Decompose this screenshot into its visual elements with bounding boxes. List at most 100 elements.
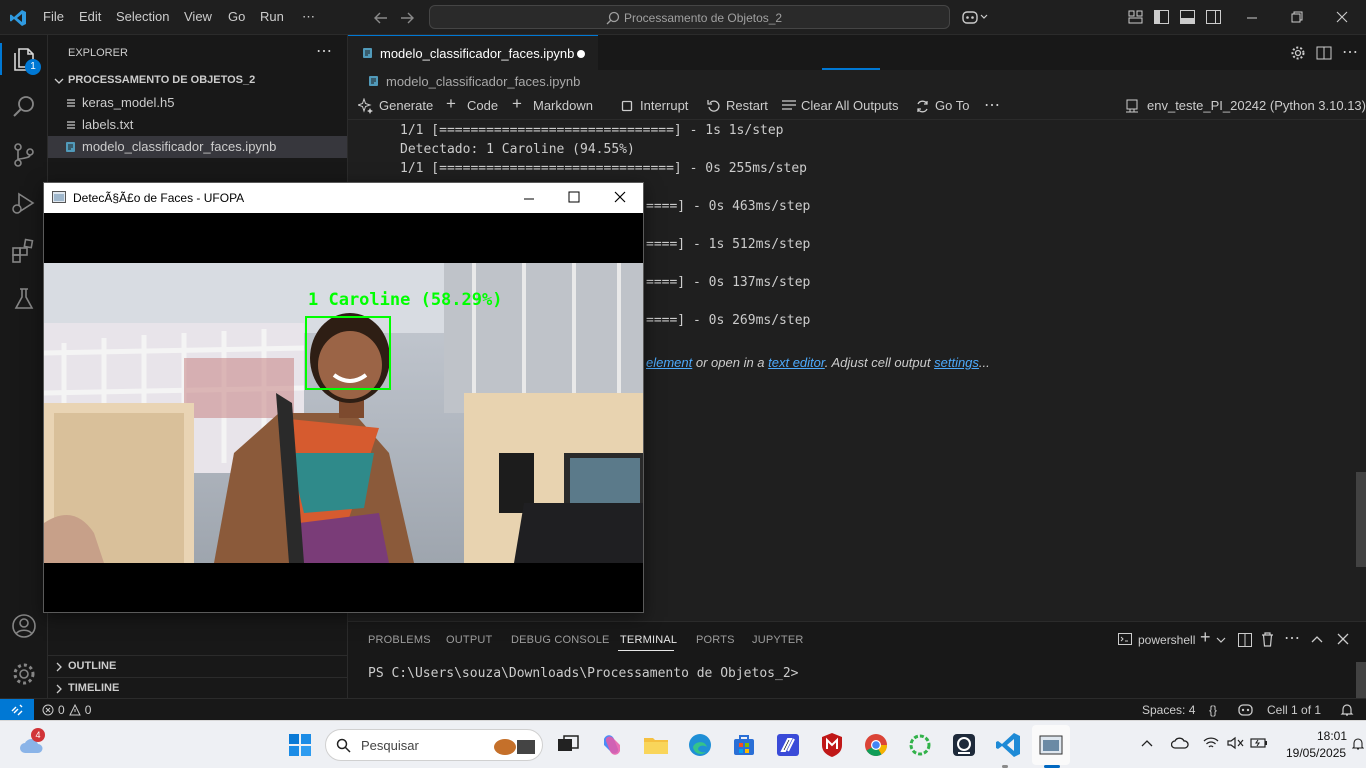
- split-editor-icon[interactable]: [1316, 45, 1332, 61]
- file-labels-txt[interactable]: labels.txt: [48, 114, 347, 136]
- toggle-panel-icon[interactable]: [1180, 10, 1195, 24]
- clock-time[interactable]: 18:01: [1317, 729, 1347, 743]
- chrome-icon[interactable]: [862, 731, 890, 759]
- add-code-button[interactable]: Code: [467, 98, 498, 113]
- go-to-button[interactable]: Go To: [935, 98, 969, 113]
- run-debug-icon[interactable]: [10, 189, 38, 217]
- close-panel-icon[interactable]: [1337, 633, 1349, 645]
- toggle-secondary-sidebar-icon[interactable]: [1206, 10, 1221, 24]
- split-terminal-icon[interactable]: [1238, 633, 1252, 647]
- explorer-more-actions[interactable]: ⋯: [316, 41, 332, 61]
- toolbar-more-actions[interactable]: ⋯: [984, 95, 1000, 115]
- menu-file[interactable]: File: [43, 9, 64, 24]
- text-editor-link[interactable]: text editor: [768, 355, 825, 370]
- timeline-section[interactable]: TIMELINE: [48, 677, 347, 699]
- chevron-down-icon[interactable]: [1216, 635, 1226, 645]
- app-camera-icon[interactable]: [950, 731, 978, 759]
- file-keras-model[interactable]: keras_model.h5: [48, 92, 347, 114]
- problems-status[interactable]: 0 0: [42, 702, 91, 718]
- extensions-icon[interactable]: [10, 237, 38, 265]
- maximize-panel-chevron-up-icon[interactable]: [1311, 634, 1323, 644]
- restore-icon[interactable]: [1291, 11, 1303, 23]
- vscode-taskbar-icon[interactable]: [994, 731, 1022, 759]
- edge-browser-icon[interactable]: [686, 731, 714, 759]
- kernel-selector[interactable]: env_teste_PI_20242 (Python 3.10.13): [1147, 98, 1366, 113]
- copilot-app-icon[interactable]: [598, 731, 626, 759]
- clear-all-outputs-button[interactable]: Clear All Outputs: [801, 98, 899, 113]
- add-markdown-button[interactable]: Markdown: [533, 98, 593, 113]
- mcafee-icon[interactable]: [818, 731, 846, 759]
- tab-terminal[interactable]: TERMINAL: [620, 634, 677, 646]
- onedrive-cloud-icon[interactable]: [1171, 736, 1189, 750]
- clock-date[interactable]: 19/05/2025: [1286, 746, 1346, 760]
- menu-selection[interactable]: Selection: [116, 9, 169, 24]
- close-window-icon[interactable]: [1336, 11, 1348, 23]
- command-center[interactable]: Processamento de Objetos_2: [429, 5, 950, 29]
- tab-ports[interactable]: PORTS: [696, 634, 735, 646]
- menu-more[interactable]: ⋯: [302, 9, 315, 25]
- file-explorer-icon[interactable]: [642, 731, 670, 759]
- popup-close-icon[interactable]: [614, 191, 626, 203]
- language-braces-status[interactable]: {}: [1209, 703, 1217, 717]
- tab-problems[interactable]: PROBLEMS: [368, 634, 431, 646]
- popup-maximize-icon[interactable]: [568, 191, 580, 203]
- ms-store-icon[interactable]: [730, 731, 758, 759]
- face-detection-app-icon[interactable]: [1037, 731, 1065, 759]
- notifications-bell-icon[interactable]: [1340, 703, 1354, 717]
- restart-button[interactable]: Restart: [726, 98, 768, 113]
- taskbar-search[interactable]: Pesquisar: [325, 729, 543, 761]
- accounts-icon[interactable]: [10, 612, 38, 640]
- settings-gear-icon[interactable]: [10, 660, 38, 688]
- back-arrow-icon[interactable]: [373, 10, 389, 26]
- source-control-icon[interactable]: [10, 141, 38, 169]
- copilot-icon[interactable]: [962, 9, 988, 25]
- tab-jupyter[interactable]: JUPYTER: [752, 634, 804, 646]
- menu-run[interactable]: Run: [260, 9, 284, 24]
- new-terminal-plus-icon[interactable]: +: [1200, 627, 1211, 648]
- terminal-prompt[interactable]: PS C:\Users\souza\Downloads\Processament…: [368, 666, 798, 681]
- tab-more-actions[interactable]: ⋯: [1342, 42, 1358, 62]
- unsaved-dot-icon[interactable]: [577, 50, 585, 58]
- generate-button[interactable]: Generate: [379, 98, 433, 113]
- open-element-link[interactable]: element: [646, 355, 692, 370]
- minimize-icon[interactable]: [1246, 12, 1258, 24]
- task-view-icon[interactable]: [554, 731, 582, 759]
- tab-notebook[interactable]: modelo_classificador_faces.ipynb: [348, 35, 598, 70]
- panel-more-actions[interactable]: ⋯: [1284, 628, 1300, 648]
- remote-indicator[interactable]: [0, 699, 34, 721]
- menu-go[interactable]: Go: [228, 9, 245, 24]
- forward-arrow-icon[interactable]: [399, 10, 415, 26]
- notification-bell-icon[interactable]: [1352, 737, 1364, 751]
- toggle-sidebar-icon[interactable]: [1154, 10, 1169, 24]
- face-detection-window[interactable]: DetecÃ§Ã£o de Faces - UFOPA 1 Caroline (…: [43, 182, 644, 613]
- outline-section[interactable]: OUTLINE: [48, 655, 347, 677]
- editor-scrollbar[interactable]: [1356, 472, 1366, 567]
- tab-debug-console[interactable]: DEBUG CONSOLE: [511, 634, 610, 646]
- menu-view[interactable]: View: [184, 9, 212, 24]
- app-purple-icon[interactable]: [774, 731, 802, 759]
- folder-root[interactable]: PROCESSAMENTO DE OBJETOS_2: [48, 70, 347, 92]
- file-notebook[interactable]: modelo_classificador_faces.ipynb: [48, 136, 347, 158]
- battery-charging-icon[interactable]: [1250, 736, 1268, 750]
- tray-overflow-chevron-up-icon[interactable]: [1141, 738, 1153, 748]
- notebook-settings-gear-icon[interactable]: [1290, 45, 1306, 61]
- settings-link[interactable]: settings: [934, 355, 979, 370]
- search-icon[interactable]: [10, 93, 38, 121]
- windows-start-icon[interactable]: [286, 731, 314, 759]
- app-green-ring-icon[interactable]: [906, 731, 934, 759]
- breadcrumb-file[interactable]: modelo_classificador_faces.ipynb: [386, 74, 580, 89]
- indentation-status[interactable]: Spaces: 4: [1142, 703, 1195, 717]
- terminal-scrollbar[interactable]: [1356, 662, 1366, 698]
- popup-minimize-icon[interactable]: [523, 193, 535, 205]
- customize-layout-icon[interactable]: [1128, 10, 1143, 24]
- speaker-muted-icon[interactable]: [1226, 736, 1244, 750]
- tab-output[interactable]: OUTPUT: [446, 634, 492, 646]
- interrupt-button[interactable]: Interrupt: [640, 98, 688, 113]
- cell-position-status[interactable]: Cell 1 of 1: [1267, 703, 1321, 717]
- testing-flask-icon[interactable]: [10, 285, 38, 313]
- wifi-icon[interactable]: [1203, 736, 1219, 750]
- trash-icon[interactable]: [1261, 632, 1274, 647]
- copilot-status-icon[interactable]: [1238, 703, 1253, 717]
- terminal-shell-name[interactable]: powershell: [1138, 633, 1195, 647]
- menu-edit[interactable]: Edit: [79, 9, 101, 24]
